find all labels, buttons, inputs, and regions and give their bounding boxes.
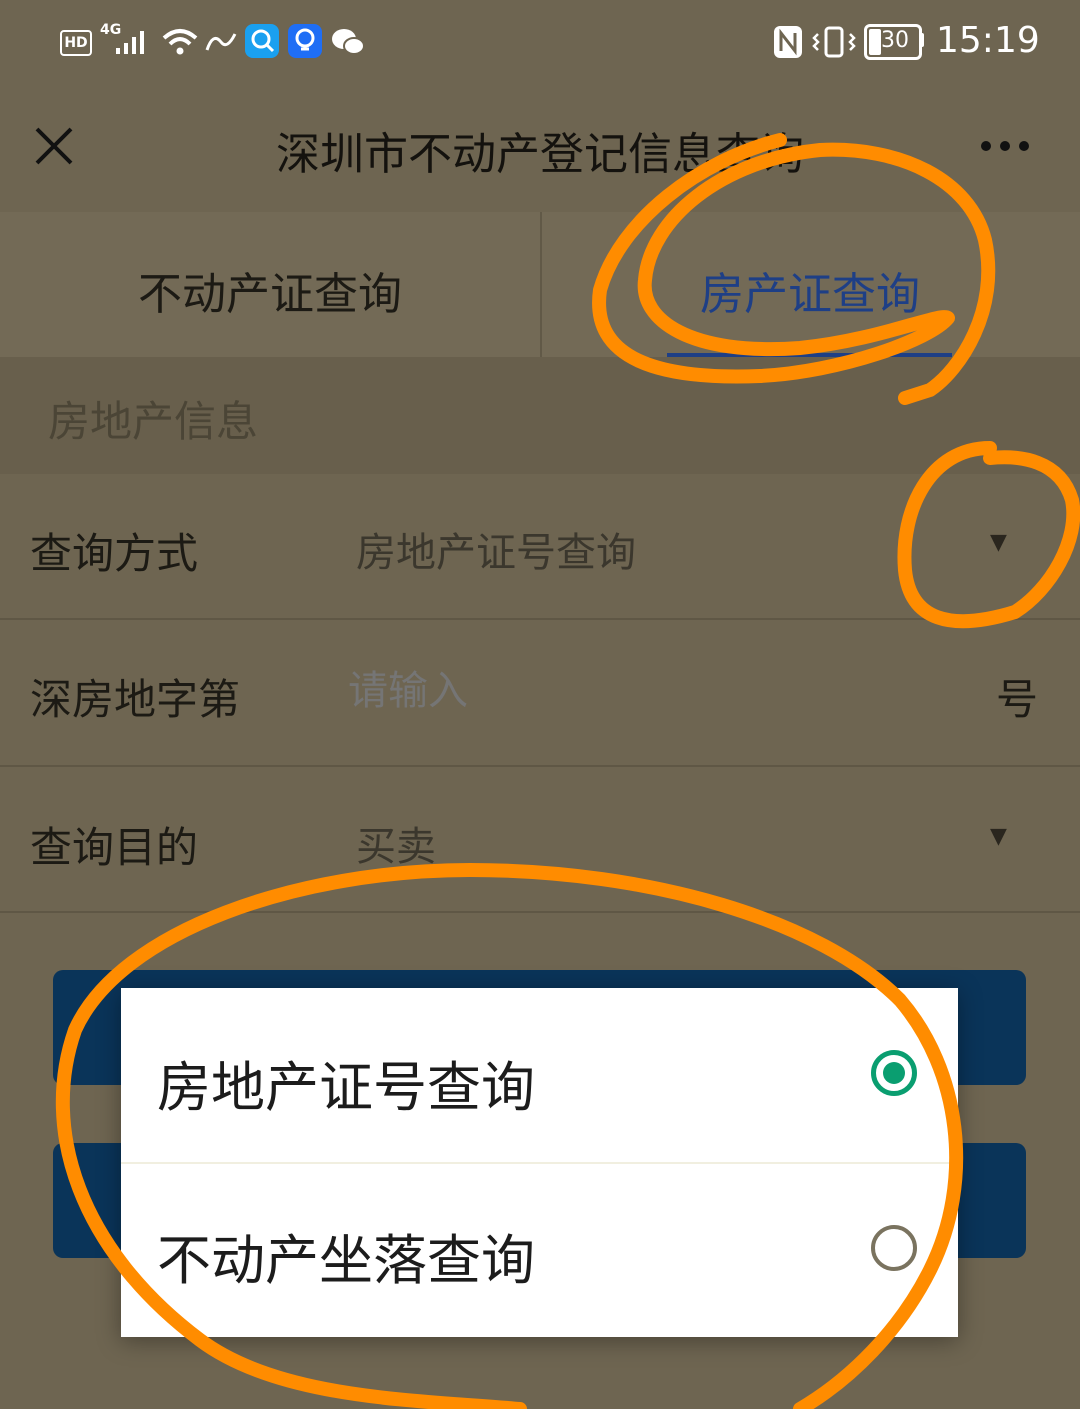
orange-annotation-overlay — [55, 133, 1080, 1409]
